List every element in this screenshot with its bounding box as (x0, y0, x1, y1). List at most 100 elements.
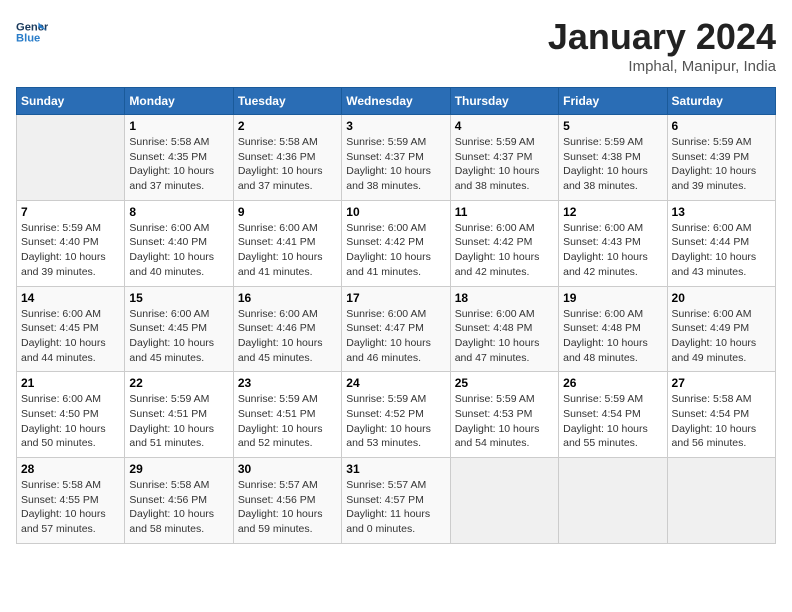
column-header-monday: Monday (125, 88, 233, 115)
day-cell: 6 Sunrise: 5:59 AM Sunset: 4:39 PM Dayli… (667, 115, 775, 201)
day-cell: 30 Sunrise: 5:57 AM Sunset: 4:56 PM Dayl… (233, 458, 341, 544)
day-number: 30 (238, 462, 337, 476)
day-number: 13 (672, 205, 771, 219)
daylight-text: Daylight: 10 hours and 38 minutes. (563, 165, 648, 192)
title-block: January 2024 Imphal, Manipur, India (548, 16, 776, 75)
day-cell: 18 Sunrise: 6:00 AM Sunset: 4:48 PM Dayl… (450, 286, 558, 372)
sunrise-text: Sunrise: 5:57 AM (238, 479, 318, 491)
day-number: 25 (455, 376, 554, 390)
sunset-text: Sunset: 4:51 PM (129, 408, 207, 420)
sunset-text: Sunset: 4:45 PM (21, 322, 99, 334)
sunrise-text: Sunrise: 6:00 AM (21, 308, 101, 320)
sunrise-text: Sunrise: 6:00 AM (346, 222, 426, 234)
column-header-tuesday: Tuesday (233, 88, 341, 115)
day-cell: 24 Sunrise: 5:59 AM Sunset: 4:52 PM Dayl… (342, 372, 450, 458)
day-info: Sunrise: 6:00 AM Sunset: 4:44 PM Dayligh… (672, 221, 771, 280)
daylight-text: Daylight: 10 hours and 49 minutes. (672, 337, 757, 364)
day-cell: 19 Sunrise: 6:00 AM Sunset: 4:48 PM Dayl… (559, 286, 667, 372)
day-cell: 14 Sunrise: 6:00 AM Sunset: 4:45 PM Dayl… (17, 286, 125, 372)
day-info: Sunrise: 6:00 AM Sunset: 4:42 PM Dayligh… (455, 221, 554, 280)
sunset-text: Sunset: 4:41 PM (238, 236, 316, 248)
week-row-2: 7 Sunrise: 5:59 AM Sunset: 4:40 PM Dayli… (17, 200, 776, 286)
daylight-text: Daylight: 10 hours and 41 minutes. (346, 251, 431, 278)
day-number: 24 (346, 376, 445, 390)
day-cell (667, 458, 775, 544)
sunrise-text: Sunrise: 5:58 AM (129, 136, 209, 148)
sunset-text: Sunset: 4:40 PM (21, 236, 99, 248)
sunrise-text: Sunrise: 5:58 AM (672, 393, 752, 405)
sunrise-text: Sunrise: 5:58 AM (21, 479, 101, 491)
day-info: Sunrise: 6:00 AM Sunset: 4:50 PM Dayligh… (21, 392, 120, 451)
sunrise-text: Sunrise: 5:57 AM (346, 479, 426, 491)
day-info: Sunrise: 5:58 AM Sunset: 4:56 PM Dayligh… (129, 478, 228, 537)
sunset-text: Sunset: 4:47 PM (346, 322, 424, 334)
day-info: Sunrise: 6:00 AM Sunset: 4:49 PM Dayligh… (672, 307, 771, 366)
day-cell: 9 Sunrise: 6:00 AM Sunset: 4:41 PM Dayli… (233, 200, 341, 286)
day-info: Sunrise: 5:59 AM Sunset: 4:37 PM Dayligh… (346, 135, 445, 194)
sunset-text: Sunset: 4:51 PM (238, 408, 316, 420)
day-info: Sunrise: 6:00 AM Sunset: 4:48 PM Dayligh… (563, 307, 662, 366)
daylight-text: Daylight: 10 hours and 43 minutes. (672, 251, 757, 278)
sunrise-text: Sunrise: 5:59 AM (129, 393, 209, 405)
page-header: General Blue January 2024 Imphal, Manipu… (16, 16, 776, 75)
day-info: Sunrise: 5:59 AM Sunset: 4:40 PM Dayligh… (21, 221, 120, 280)
day-number: 26 (563, 376, 662, 390)
day-cell: 13 Sunrise: 6:00 AM Sunset: 4:44 PM Dayl… (667, 200, 775, 286)
sunrise-text: Sunrise: 6:00 AM (129, 222, 209, 234)
sunset-text: Sunset: 4:49 PM (672, 322, 750, 334)
day-cell: 29 Sunrise: 5:58 AM Sunset: 4:56 PM Dayl… (125, 458, 233, 544)
day-number: 21 (21, 376, 120, 390)
sunrise-text: Sunrise: 5:59 AM (346, 136, 426, 148)
day-cell: 23 Sunrise: 5:59 AM Sunset: 4:51 PM Dayl… (233, 372, 341, 458)
sunrise-text: Sunrise: 5:59 AM (21, 222, 101, 234)
sunset-text: Sunset: 4:42 PM (455, 236, 533, 248)
day-cell: 31 Sunrise: 5:57 AM Sunset: 4:57 PM Dayl… (342, 458, 450, 544)
day-cell: 1 Sunrise: 5:58 AM Sunset: 4:35 PM Dayli… (125, 115, 233, 201)
sunset-text: Sunset: 4:35 PM (129, 151, 207, 163)
sunrise-text: Sunrise: 6:00 AM (672, 308, 752, 320)
day-number: 17 (346, 291, 445, 305)
day-number: 3 (346, 119, 445, 133)
sunset-text: Sunset: 4:57 PM (346, 494, 424, 506)
day-info: Sunrise: 5:59 AM Sunset: 4:51 PM Dayligh… (129, 392, 228, 451)
day-cell: 15 Sunrise: 6:00 AM Sunset: 4:45 PM Dayl… (125, 286, 233, 372)
sunset-text: Sunset: 4:36 PM (238, 151, 316, 163)
day-cell: 26 Sunrise: 5:59 AM Sunset: 4:54 PM Dayl… (559, 372, 667, 458)
day-info: Sunrise: 5:58 AM Sunset: 4:35 PM Dayligh… (129, 135, 228, 194)
day-number: 9 (238, 205, 337, 219)
day-cell: 21 Sunrise: 6:00 AM Sunset: 4:50 PM Dayl… (17, 372, 125, 458)
daylight-text: Daylight: 10 hours and 44 minutes. (21, 337, 106, 364)
day-cell: 3 Sunrise: 5:59 AM Sunset: 4:37 PM Dayli… (342, 115, 450, 201)
header-row: SundayMondayTuesdayWednesdayThursdayFrid… (17, 88, 776, 115)
day-number: 15 (129, 291, 228, 305)
day-number: 16 (238, 291, 337, 305)
daylight-text: Daylight: 10 hours and 54 minutes. (455, 423, 540, 450)
svg-text:Blue: Blue (16, 33, 40, 45)
day-cell: 28 Sunrise: 5:58 AM Sunset: 4:55 PM Dayl… (17, 458, 125, 544)
column-header-thursday: Thursday (450, 88, 558, 115)
sunset-text: Sunset: 4:38 PM (563, 151, 641, 163)
day-number: 1 (129, 119, 228, 133)
daylight-text: Daylight: 10 hours and 59 minutes. (238, 508, 323, 535)
day-cell: 22 Sunrise: 5:59 AM Sunset: 4:51 PM Dayl… (125, 372, 233, 458)
day-info: Sunrise: 6:00 AM Sunset: 4:40 PM Dayligh… (129, 221, 228, 280)
sunrise-text: Sunrise: 6:00 AM (563, 308, 643, 320)
daylight-text: Daylight: 10 hours and 55 minutes. (563, 423, 648, 450)
sunrise-text: Sunrise: 5:59 AM (346, 393, 426, 405)
day-info: Sunrise: 6:00 AM Sunset: 4:48 PM Dayligh… (455, 307, 554, 366)
sunrise-text: Sunrise: 6:00 AM (238, 308, 318, 320)
sunrise-text: Sunrise: 5:59 AM (455, 393, 535, 405)
day-cell: 5 Sunrise: 5:59 AM Sunset: 4:38 PM Dayli… (559, 115, 667, 201)
day-info: Sunrise: 5:59 AM Sunset: 4:38 PM Dayligh… (563, 135, 662, 194)
sunset-text: Sunset: 4:56 PM (129, 494, 207, 506)
daylight-text: Daylight: 10 hours and 42 minutes. (563, 251, 648, 278)
day-number: 8 (129, 205, 228, 219)
week-row-5: 28 Sunrise: 5:58 AM Sunset: 4:55 PM Dayl… (17, 458, 776, 544)
day-number: 31 (346, 462, 445, 476)
sunrise-text: Sunrise: 5:59 AM (455, 136, 535, 148)
day-number: 20 (672, 291, 771, 305)
day-number: 28 (21, 462, 120, 476)
day-number: 22 (129, 376, 228, 390)
day-info: Sunrise: 5:58 AM Sunset: 4:55 PM Dayligh… (21, 478, 120, 537)
day-info: Sunrise: 5:59 AM Sunset: 4:37 PM Dayligh… (455, 135, 554, 194)
